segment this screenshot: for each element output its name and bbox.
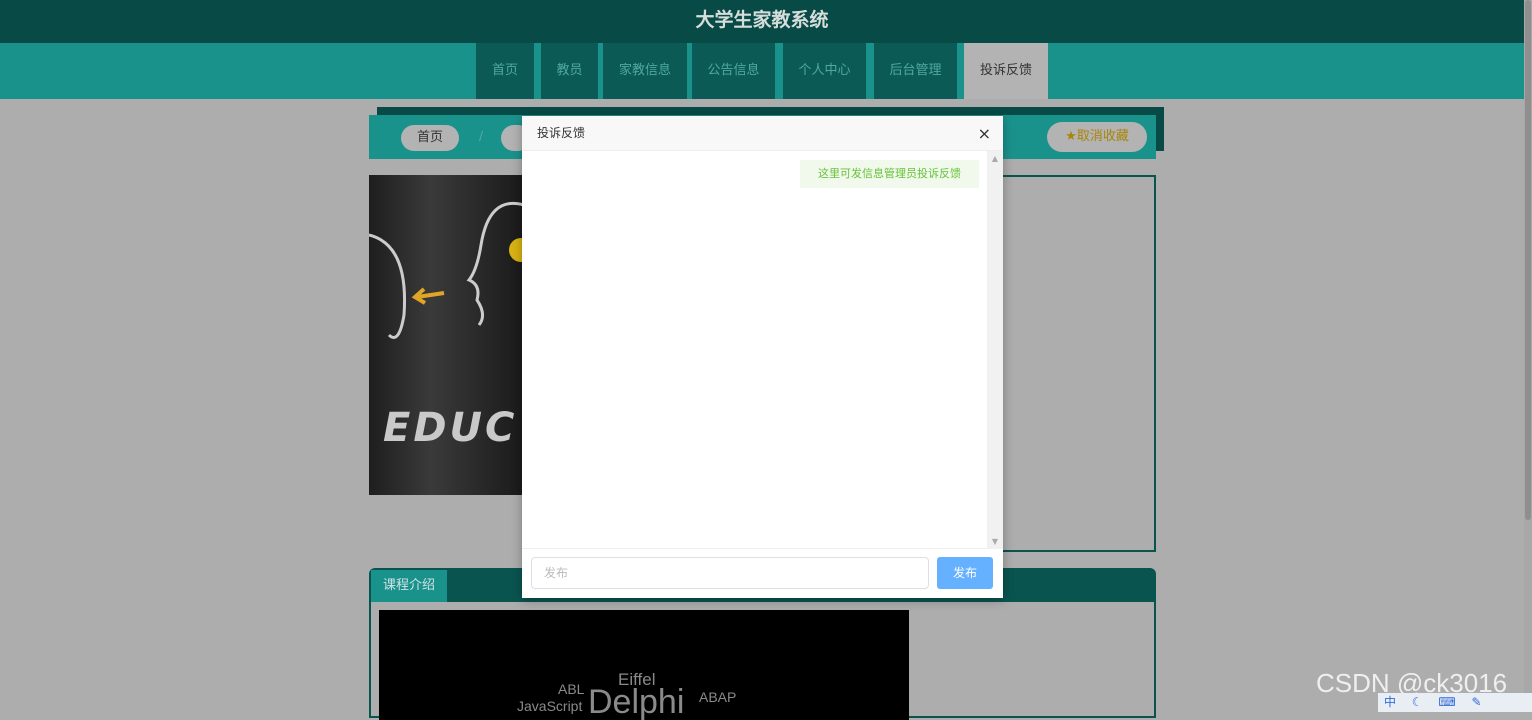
tab-course-intro[interactable]: 课程介绍 — [371, 570, 447, 602]
complaint-dialog: 投诉反馈 × 这里可发信息管理员投诉反馈 ▲ ▼ 发布 发布 — [522, 116, 1003, 598]
nav-tab-home[interactable]: 首页 — [476, 43, 534, 99]
word: ABAP — [699, 689, 737, 705]
ime-toolbar[interactable]: 中 ☾ ⌨ ✎ — [1378, 693, 1532, 712]
site-header: 大学生家教系统 — [0, 0, 1524, 43]
scroll-down-icon[interactable]: ▼ — [987, 537, 1003, 546]
page-scrollbar[interactable] — [1524, 0, 1532, 712]
course-video[interactable]: Eiffel ABL Delphi ABAP JavaScript — [379, 610, 909, 720]
detail-image: EDUC — [369, 175, 524, 495]
ime-mode[interactable]: 中 — [1384, 695, 1402, 709]
image-caption: EDUC — [383, 405, 518, 451]
word: ABL — [558, 681, 585, 697]
nav-tab-admin[interactable]: 后台管理 — [874, 43, 957, 99]
site-title: 大学生家教系统 — [695, 9, 829, 31]
chat-area: 这里可发信息管理员投诉反馈 ▲ ▼ — [522, 151, 1003, 549]
chat-scrollbar[interactable]: ▲ ▼ — [987, 151, 1003, 549]
send-button[interactable]: 发布 — [937, 557, 993, 589]
nav-tab-complaints[interactable]: 投诉反馈 — [964, 43, 1048, 99]
nav-tab-tutoring-info[interactable]: 家教信息 — [603, 43, 687, 99]
close-icon[interactable]: × — [978, 116, 991, 151]
word: Delphi — [588, 683, 685, 720]
chat-message: 这里可发信息管理员投诉反馈 — [800, 160, 979, 188]
info-panel — [1000, 175, 1156, 552]
nav-tab-tutors[interactable]: 教员 — [541, 43, 598, 99]
main-nav: 首页 教员 家教信息 公告信息 个人中心 后台管理 投诉反馈 — [0, 43, 1524, 99]
star-icon: ★ — [1065, 129, 1077, 144]
breadcrumb-home[interactable]: 首页 — [401, 125, 459, 151]
dialog-title: 投诉反馈 — [537, 126, 586, 140]
nav-tab-profile[interactable]: 个人中心 — [783, 43, 866, 99]
unfavorite-label: 取消收藏 — [1076, 129, 1129, 144]
unfavorite-button[interactable]: ★取消收藏 — [1047, 122, 1147, 152]
nav-tab-announcements[interactable]: 公告信息 — [692, 43, 775, 99]
breadcrumb-separator: / — [479, 129, 484, 143]
message-input[interactable]: 发布 — [531, 557, 929, 589]
scroll-up-icon[interactable]: ▲ — [987, 154, 1003, 163]
